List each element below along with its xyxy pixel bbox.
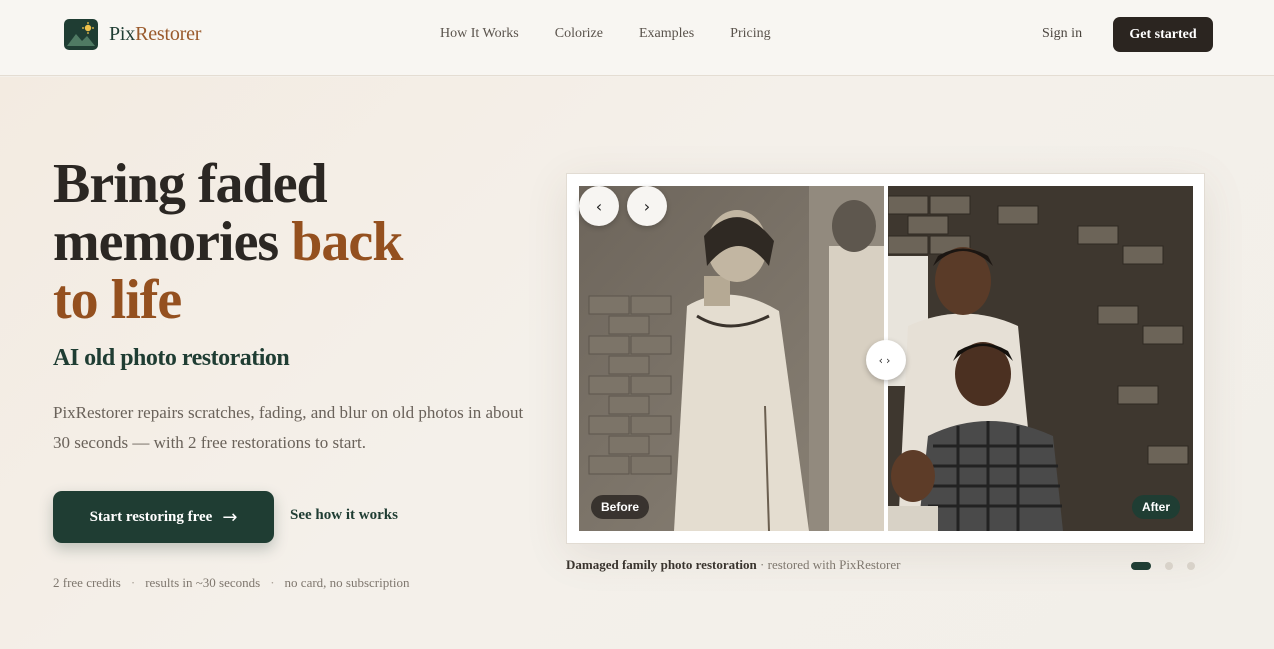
after-photo: [888, 186, 1193, 531]
nav-pricing[interactable]: Pricing: [730, 25, 770, 43]
comparison-caption: Damaged family photo restoration · resto…: [566, 557, 900, 573]
nav-colorize[interactable]: Colorize: [555, 25, 603, 43]
carousel-dot-1[interactable]: [1131, 562, 1151, 570]
site-header: PixRestorer How It Works Colorize Exampl…: [0, 0, 1274, 76]
headline-line3: to life: [53, 269, 182, 331]
logo-icon: [64, 19, 98, 50]
meta-separator: ·: [270, 575, 275, 590]
meta-separator: ·: [130, 575, 136, 590]
carousel-dot-3[interactable]: [1187, 562, 1195, 570]
arrow-right-icon: →: [222, 506, 238, 528]
brand-name-part1: Pix: [109, 23, 136, 45]
start-restoring-button[interactable]: Start restoring free →: [53, 491, 274, 543]
hero-description: PixRestorer repairs scratches, fading, a…: [53, 403, 524, 452]
brand-name: PixRestorer: [109, 23, 201, 46]
nav-examples[interactable]: Examples: [639, 25, 694, 43]
meta-credits: 2 free credits: [53, 575, 121, 590]
headline-line2b: back: [291, 211, 403, 273]
caption-title: Damaged family photo restoration: [566, 557, 757, 572]
after-tag: After: [1132, 495, 1181, 519]
meta-speed: results in ~30 seconds: [145, 575, 261, 590]
headline-line2a: memories: [53, 211, 292, 273]
chevron-right-icon[interactable]: ›: [627, 186, 667, 226]
hero-subhead: AI old photo restoration: [53, 345, 290, 371]
hero-headline: Bring faded memories back to life: [53, 155, 523, 329]
before-after-card: ‹› ‹ › Before After: [566, 173, 1205, 544]
carousel-dots: [1131, 562, 1209, 570]
before-tag: Before: [591, 495, 650, 519]
sign-in-link[interactable]: Sign in: [1042, 25, 1082, 43]
main-nav: How It Works Colorize Examples Pricing: [440, 25, 807, 43]
before-photo: [579, 186, 884, 531]
carousel-dot-2[interactable]: [1165, 562, 1173, 570]
see-how-it-works-link[interactable]: See how it works: [290, 507, 398, 524]
hero-meta: 2 free credits · results in ~30 seconds …: [53, 575, 409, 591]
brand-logo[interactable]: PixRestorer: [64, 19, 201, 50]
headline-line1: Bring faded: [53, 153, 328, 215]
brand-name-part2: Restorer: [135, 23, 202, 45]
caption-suffix: · restored with PixRestorer: [756, 557, 901, 572]
nav-how-it-works[interactable]: How It Works: [440, 25, 519, 43]
get-started-button[interactable]: Get started: [1113, 17, 1213, 52]
meta-no-card: no card, no subscription: [284, 575, 410, 590]
compare-handle-icon[interactable]: ‹›: [866, 340, 906, 380]
start-restoring-label: Start restoring free: [89, 508, 213, 525]
chevron-left-icon[interactable]: ‹: [579, 186, 619, 226]
